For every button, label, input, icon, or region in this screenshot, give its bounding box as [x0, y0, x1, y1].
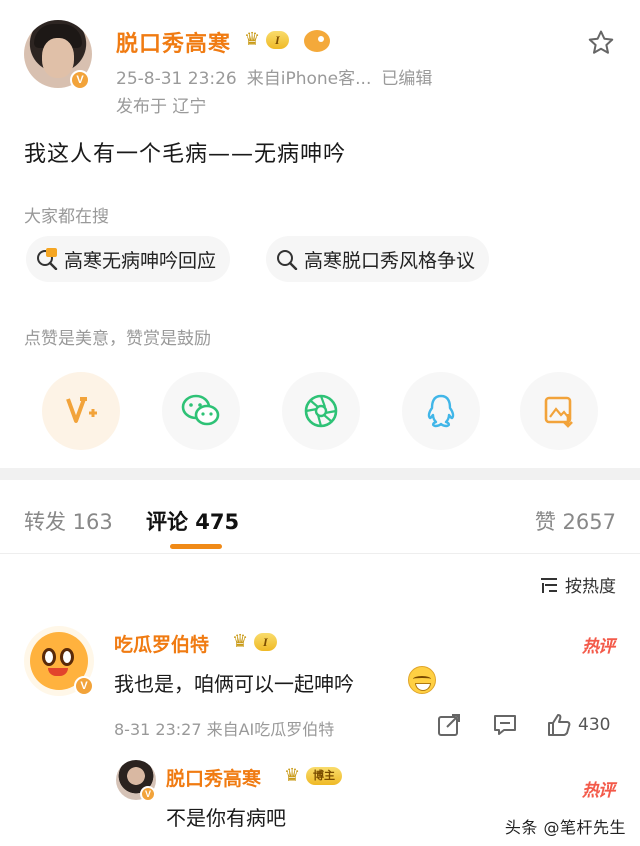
- comment-like-button[interactable]: 430: [546, 712, 610, 738]
- commenter-name[interactable]: 吃瓜罗伯特: [114, 630, 209, 657]
- share-arrow-icon: [438, 714, 460, 736]
- comment-meta: 8-31 23:27 来自AI吃瓜罗伯特: [114, 720, 335, 739]
- member-level-badge[interactable]: ♛ I: [232, 633, 277, 651]
- search-chip-label: 高寒无病呻吟回应: [64, 249, 217, 272]
- save-image-button[interactable]: [520, 372, 598, 450]
- comment-bubble-icon: [494, 715, 516, 735]
- sort-icon: [541, 577, 557, 593]
- interaction-tabs: 转发 163 评论 475 赞 2657: [0, 480, 640, 554]
- save-image-icon: [544, 396, 573, 428]
- share-wechat-button[interactable]: [162, 372, 240, 450]
- crown-icon: ♛: [284, 765, 301, 786]
- search-icon: [277, 250, 298, 270]
- active-tab-indicator: [170, 544, 222, 549]
- sort-by-hot-button[interactable]: 按热度: [539, 572, 616, 597]
- post-time: 25-8-31 23:26: [116, 69, 237, 89]
- like-count: 430: [578, 715, 611, 735]
- comment-share-button[interactable]: [436, 712, 462, 738]
- section-divider: [0, 468, 640, 480]
- trending-search-title: 大家都在搜: [24, 207, 109, 227]
- moments-aperture-icon: [304, 394, 338, 428]
- thumbs-up-icon: [548, 714, 571, 736]
- grin-emoji-icon: [408, 666, 436, 694]
- watermark: 头条 @笔杆先生: [504, 818, 626, 837]
- member-level-badge[interactable]: ♛ I: [244, 31, 289, 49]
- qq-icon: [427, 394, 455, 428]
- share-qq-button[interactable]: [402, 372, 480, 450]
- crown-icon: ♛: [244, 29, 261, 50]
- post-header: V 脱口秀高寒 ♛ I 25-8-31 23:26 来自iPhone客... 已编辑…: [0, 0, 640, 120]
- level-label: I: [266, 31, 289, 49]
- verified-badge-icon: V: [70, 70, 90, 90]
- search-chip-2[interactable]: 高寒脱口秀风格争议: [266, 236, 490, 282]
- blogger-badge: ♛ 博主: [284, 767, 342, 785]
- reply-author-name[interactable]: 脱口秀高寒: [166, 764, 261, 791]
- verified-badge-icon: V: [74, 676, 94, 696]
- reply-text: 不是你有病吧: [166, 806, 286, 830]
- crown-icon: ♛: [232, 631, 249, 652]
- fan-badge-icon[interactable]: [304, 30, 330, 52]
- search-chip-label: 高寒脱口秀风格争议: [304, 249, 476, 272]
- comment-text: 我也是，咱俩可以一起呻吟: [114, 672, 354, 696]
- share-moments-button[interactable]: [282, 372, 360, 450]
- hot-comment-tag: 热评: [582, 637, 615, 657]
- sort-label: 按热度: [565, 577, 616, 597]
- favorite-star-icon[interactable]: [586, 28, 616, 58]
- hot-comment-tag: 热评: [582, 781, 615, 801]
- hot-search-icon: [37, 248, 58, 270]
- post-edited[interactable]: 已编辑: [381, 69, 432, 89]
- author-name[interactable]: 脱口秀高寒: [116, 26, 231, 58]
- post-location: 发布于 辽宁: [116, 97, 207, 117]
- post-meta: 25-8-31 23:26 来自iPhone客... 已编辑: [116, 64, 442, 89]
- tab-repost[interactable]: 转发 163: [24, 506, 113, 536]
- verified-badge-icon: V: [140, 786, 156, 802]
- post-source: 来自iPhone客...: [246, 69, 372, 89]
- reward-prompt: 点赞是美意，赞赏是鼓励: [24, 329, 211, 349]
- reward-v-plus-icon: [66, 397, 97, 423]
- search-chip-1[interactable]: 高寒无病呻吟回应: [26, 236, 231, 282]
- level-label: I: [254, 633, 277, 651]
- tab-like[interactable]: 赞 2657: [535, 506, 616, 536]
- wechat-icon: [181, 394, 220, 426]
- tab-comment[interactable]: 评论 475: [146, 506, 239, 536]
- comment-reply-button[interactable]: [492, 712, 518, 738]
- reward-button[interactable]: [42, 372, 120, 450]
- blogger-label: 博主: [306, 767, 342, 785]
- post-body: 我这人有一个毛病——无病呻吟: [24, 142, 347, 167]
